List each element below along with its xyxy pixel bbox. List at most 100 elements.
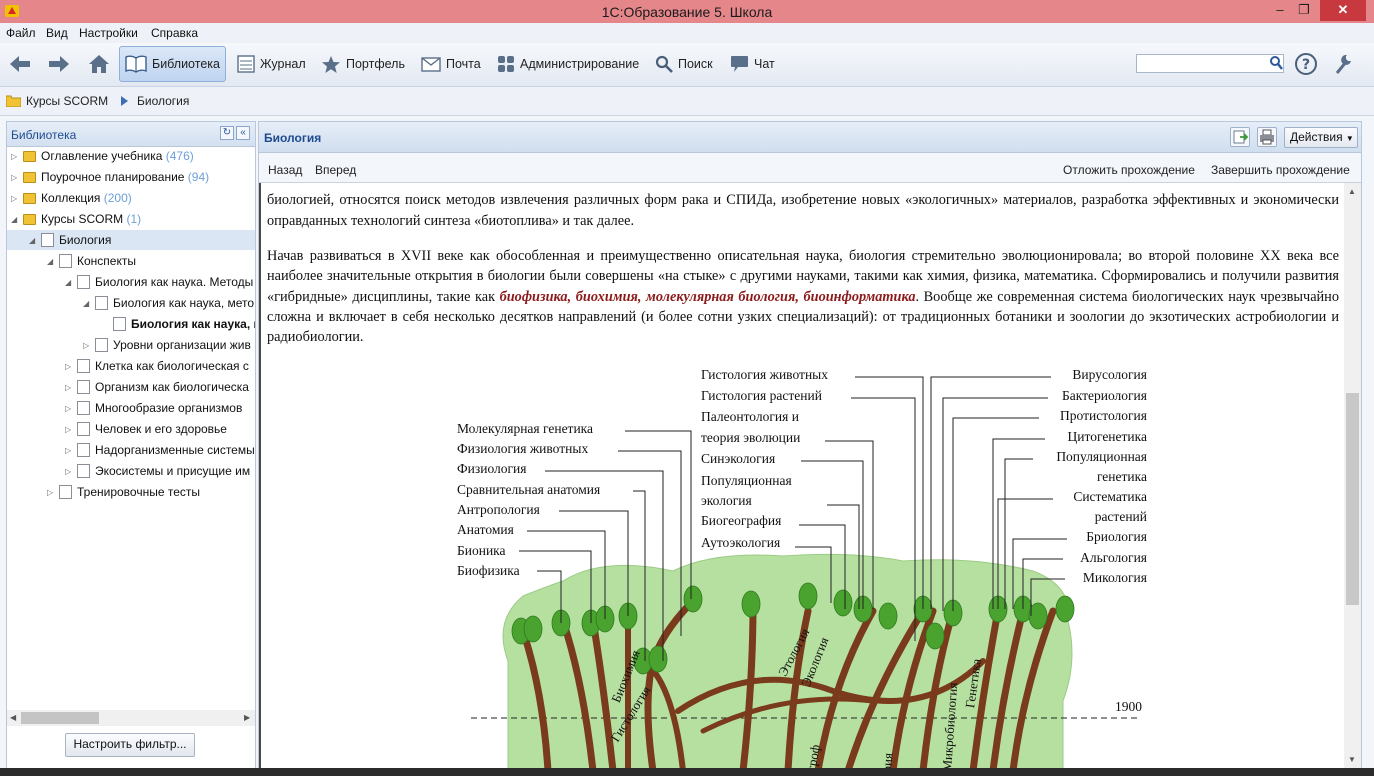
tree-item-text: Клетка как биологическая с <box>95 359 249 373</box>
label-animal-physiology: Физиология животных <box>457 441 589 456</box>
scrollbar-thumb[interactable] <box>21 712 99 724</box>
tree-item[interactable]: ▷ Уровни организации жив <box>7 335 255 355</box>
tree-item[interactable]: ▷ Многообразие организмов <box>7 398 255 418</box>
expand-arrow-icon[interactable]: ▷ <box>65 404 71 413</box>
home-button[interactable] <box>88 46 110 82</box>
collapse-arrow-icon[interactable]: ◢ <box>29 236 35 245</box>
export-button[interactable] <box>1230 127 1250 147</box>
expand-arrow-icon[interactable]: ▷ <box>65 383 71 392</box>
expand-arrow-icon[interactable]: ▷ <box>65 362 71 371</box>
library-button[interactable]: Библиотека <box>119 46 226 82</box>
refresh-button[interactable]: ↻ <box>220 126 234 140</box>
document-icon <box>77 380 90 394</box>
tree-item[interactable]: ◢ Биология <box>7 230 255 250</box>
expand-arrow-icon[interactable]: ▷ <box>11 152 17 161</box>
content-panel: Биология Действия ▼ Назад Вперед Отложит… <box>258 121 1362 770</box>
scroll-up-icon[interactable]: ▲ <box>1348 187 1356 196</box>
collapse-arrow-icon[interactable]: ◢ <box>65 278 71 287</box>
postpone-link[interactable]: Отложить прохождение <box>1063 163 1195 177</box>
expand-arrow-icon[interactable]: ▷ <box>65 467 71 476</box>
tree-item[interactable]: ▷ Надорганизменные системы <box>7 440 255 460</box>
tree-item[interactable]: ▷ Поурочное планирование (94) <box>7 167 255 187</box>
document-icon <box>77 359 90 373</box>
configure-filter-button[interactable]: Настроить фильтр... <box>65 733 195 757</box>
portfolio-label: Портфель <box>346 57 405 71</box>
collapse-arrow-icon[interactable]: ◢ <box>11 215 17 224</box>
chat-button[interactable]: Чат <box>730 46 775 82</box>
label-population: Популяционная <box>701 473 792 488</box>
forward-link[interactable]: Вперед <box>315 163 356 177</box>
admin-button[interactable]: Администрирование <box>497 46 639 82</box>
search-nav-button[interactable]: Поиск <box>655 46 713 82</box>
tree-item[interactable]: ◢ Конспекты <box>7 251 255 271</box>
document-icon <box>77 422 90 436</box>
tree-item[interactable]: ▷ Клетка как биологическая с <box>7 356 255 376</box>
tree-item-text: Биология как наука, мето <box>113 296 255 310</box>
scroll-left-icon[interactable]: ◀ <box>10 713 16 722</box>
search-icon[interactable] <box>1268 55 1284 72</box>
tree-item[interactable]: ▷ Тренировочные тесты <box>7 482 255 502</box>
document-icon <box>77 275 90 289</box>
tree-item[interactable]: ▷ Оглавление учебника (476) <box>7 146 255 166</box>
tree-item-label: Клетка как биологическая с <box>95 359 249 373</box>
star-icon <box>322 55 340 73</box>
library-panel-header: Библиотека ↻ « <box>7 122 255 147</box>
expand-arrow-icon[interactable]: ▷ <box>83 341 89 350</box>
tree-item-count: (200) <box>103 191 132 205</box>
menu-view[interactable]: Вид <box>46 26 68 40</box>
vertical-scrollbar[interactable]: ▲ ▼ <box>1344 183 1361 769</box>
tree-item-label: Экосистемы и присущие им <box>95 464 250 478</box>
tree-item[interactable]: ▷ Организм как биологическа <box>7 377 255 397</box>
tree-item-label: Организм как биологическа <box>95 380 249 394</box>
tree-item[interactable]: ▷ Экосистемы и присущие им <box>7 461 255 481</box>
expand-arrow-icon[interactable]: ▷ <box>65 425 71 434</box>
breadcrumb-root[interactable]: Курсы SCORM <box>26 94 108 108</box>
search-input[interactable] <box>1136 54 1284 73</box>
close-button[interactable]: ✕ <box>1320 0 1366 21</box>
expand-arrow-icon[interactable]: ▷ <box>65 446 71 455</box>
tree-item[interactable]: ◢ Биология как наука. Методы <box>7 272 255 292</box>
expand-arrow-icon[interactable]: ▷ <box>11 173 17 182</box>
expand-arrow-icon[interactable]: ▷ <box>47 488 53 497</box>
actions-dropdown[interactable]: Действия ▼ <box>1284 127 1358 148</box>
arrow-left-icon <box>10 56 30 72</box>
scrollbar-thumb[interactable] <box>1346 393 1359 605</box>
menu-settings[interactable]: Настройки <box>79 26 138 40</box>
breadcrumb-current[interactable]: Биология <box>137 94 189 108</box>
document-icon <box>113 317 126 331</box>
menu-help[interactable]: Справка <box>151 26 198 40</box>
menu-file[interactable]: Файл <box>6 26 36 40</box>
finish-link[interactable]: Завершить прохождение <box>1211 163 1350 177</box>
tree-item[interactable]: ▷ Человек и его здоровье <box>7 419 255 439</box>
label-evolution-theory: теория эволюции <box>701 430 801 445</box>
scroll-right-icon[interactable]: ▶ <box>244 713 250 722</box>
help-button[interactable]: ? <box>1294 46 1318 82</box>
horizontal-scrollbar[interactable]: ◀ ▶ <box>7 710 255 726</box>
label-plant-systematics-2: растений <box>1094 509 1147 524</box>
mail-button[interactable]: Почта <box>421 46 481 82</box>
tree-item-label: Многообразие организмов <box>95 401 242 415</box>
folder-icon <box>6 95 21 107</box>
content-panel-header: Биология Действия ▼ <box>259 122 1361 153</box>
tree-item[interactable]: Биология как наука, м <box>7 314 255 334</box>
maximize-button[interactable]: ❐ <box>1292 0 1316 21</box>
expand-arrow-icon[interactable]: ▷ <box>11 194 17 203</box>
settings-button[interactable] <box>1334 46 1354 82</box>
tree-item[interactable]: ◢ Курсы SCORM (1) <box>7 209 255 229</box>
back-link[interactable]: Назад <box>268 163 302 177</box>
portfolio-button[interactable]: Портфель <box>321 46 405 82</box>
admin-label: Администрирование <box>520 57 640 71</box>
print-button[interactable] <box>1257 127 1277 147</box>
tree-item[interactable]: ▷ Коллекция (200) <box>7 188 255 208</box>
collapse-arrow-icon[interactable]: ◢ <box>83 299 89 308</box>
tree-item[interactable]: ◢ Биология как наука, мето <box>7 293 255 313</box>
collapse-panel-button[interactable]: « <box>236 126 250 140</box>
scroll-down-icon[interactable]: ▼ <box>1348 755 1356 764</box>
label-biogeography: Биогеография <box>701 513 782 528</box>
collapse-arrow-icon[interactable]: ◢ <box>47 257 53 266</box>
back-button[interactable] <box>8 46 32 82</box>
minimize-button[interactable]: – <box>1268 0 1292 21</box>
journal-button[interactable]: Журнал <box>237 46 306 82</box>
forward-button[interactable] <box>47 46 71 82</box>
export-icon <box>1233 130 1249 144</box>
